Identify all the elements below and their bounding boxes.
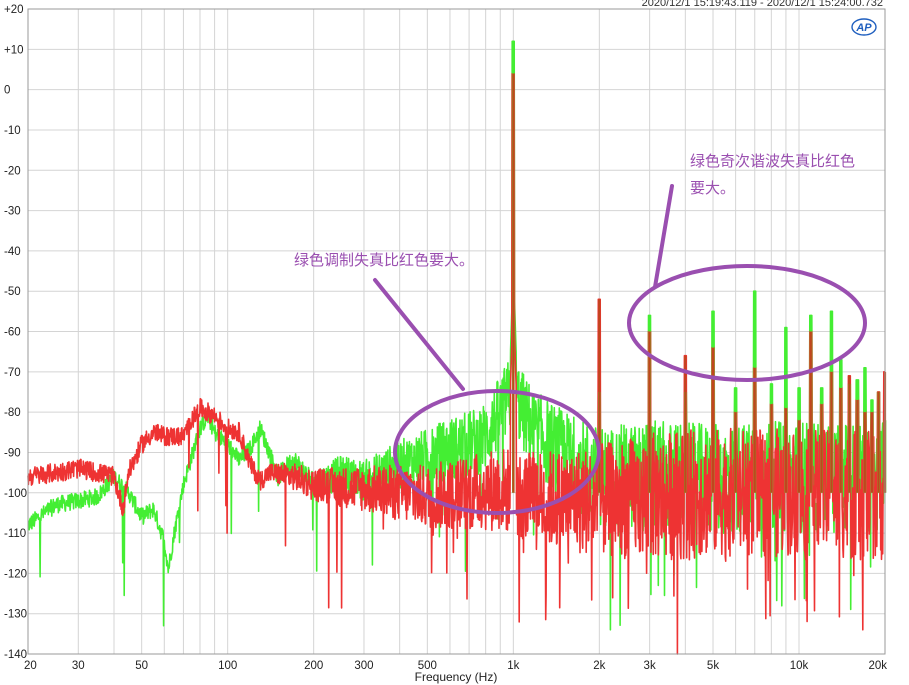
y-tick-label: -70 (4, 367, 21, 379)
y-tick-label: -30 (4, 206, 21, 218)
y-tick-label: -110 (4, 528, 26, 540)
x-tick-label: 3k (644, 660, 656, 672)
x-tick-label: 30 (72, 660, 85, 672)
annotation-text-modulation: 绿色调制失真比红色要大。 (294, 251, 474, 269)
y-tick-label: +10 (4, 44, 24, 56)
y-tick-label: -130 (4, 609, 27, 621)
y-tick-label: -60 (4, 327, 21, 339)
x-tick-label: 1k (507, 660, 519, 672)
y-tick-label: -10 (4, 125, 21, 137)
timestamp-label: 2020/12/1 15:19:43.119 - 2020/12/1 15:24… (642, 0, 883, 9)
y-tick-label: -120 (4, 568, 27, 580)
y-tick-label: -20 (4, 165, 21, 177)
x-tick-label: 20k (868, 660, 887, 672)
x-tick-label: 20 (24, 660, 37, 672)
y-tick-label: -40 (4, 246, 21, 258)
x-tick-label: 300 (354, 660, 373, 672)
x-axis-title: Frequency (Hz) (415, 670, 498, 684)
fft-spectrum-chart: 2020/12/1 15:19:43.119 - 2020/12/1 15:24… (0, 0, 909, 685)
x-tick-label: 200 (304, 660, 323, 672)
x-tick-label: 100 (218, 660, 237, 672)
y-tick-label: -50 (4, 286, 21, 298)
ap-logo-text: AP (855, 22, 872, 34)
x-tick-label: 2k (593, 660, 605, 672)
y-tick-label: -90 (4, 447, 21, 459)
x-tick-label: 50 (135, 660, 148, 672)
y-tick-label: -80 (4, 407, 21, 419)
annotation-text-harmonic-line1: 绿色奇次谐波失真比红色 (690, 152, 855, 170)
y-tick-label: 0 (4, 85, 10, 97)
y-tick-label: +20 (4, 4, 24, 16)
y-tick-label: -100 (4, 488, 27, 500)
x-tick-label: 5k (707, 660, 719, 672)
x-tick-label: 10k (790, 660, 809, 672)
annotation-text-harmonic-line2: 要大。 (690, 179, 735, 197)
